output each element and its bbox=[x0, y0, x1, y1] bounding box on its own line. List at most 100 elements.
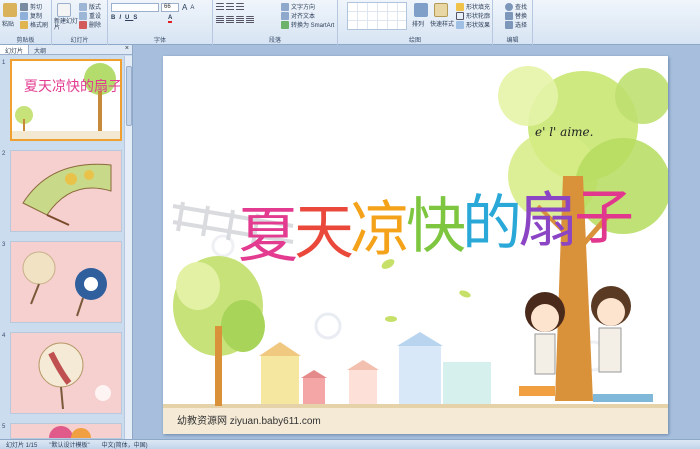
theme-name: "默认设计模板" bbox=[49, 443, 90, 449]
slides-group-label: 幻灯片 bbox=[70, 38, 89, 44]
delete-icon bbox=[79, 20, 87, 29]
select-icon bbox=[505, 20, 513, 29]
align-right-icon bbox=[236, 16, 244, 24]
slide-counter: 幻灯片 1/15 bbox=[6, 443, 38, 449]
svg-text:夏天凉快的扇子: 夏天凉快的扇子 bbox=[24, 79, 120, 95]
slides-group: 新建幻灯片 版式 重设 删除 幻灯片 bbox=[52, 0, 108, 45]
shape-outline-button[interactable]: 形状轮廓 bbox=[456, 11, 490, 20]
paste-icon bbox=[3, 3, 17, 17]
align-left-icon bbox=[216, 16, 224, 24]
convert-smartart-button[interactable]: 转换为 SmartArt bbox=[281, 20, 334, 29]
slide-thumbnail-2[interactable] bbox=[10, 150, 122, 232]
clipboard-group: 粘贴 剪切 复制 格式刷 剪贴板 bbox=[0, 0, 52, 45]
font-color-button[interactable]: A bbox=[168, 15, 173, 23]
align-text-button[interactable]: 对齐文本 bbox=[281, 11, 315, 20]
font-name-combo[interactable] bbox=[111, 3, 159, 12]
slide-number: 2 bbox=[2, 151, 6, 157]
drawing-group: 排列 快速样式 形状填充 形状轮廓 形状效果 绘图 bbox=[338, 0, 493, 45]
arrange-button[interactable]: 排列 bbox=[412, 19, 424, 28]
title-letter: 凉 bbox=[350, 195, 410, 265]
numbering-icon bbox=[226, 3, 234, 11]
font-size-combo[interactable]: 66 bbox=[161, 3, 179, 12]
brush-icon bbox=[20, 20, 28, 29]
paragraph-group-label: 段落 bbox=[268, 38, 281, 44]
fill-icon bbox=[456, 2, 464, 11]
watermark-text: 幼教资源网 ziyuan.baby611.com bbox=[177, 414, 321, 427]
slide-thumbnail-3[interactable] bbox=[10, 241, 122, 323]
cut-button[interactable]: 剪切 bbox=[20, 2, 42, 11]
shape-fill-button[interactable]: 形状填充 bbox=[456, 2, 490, 11]
delete-slide-button[interactable]: 删除 bbox=[79, 20, 101, 29]
reset-button[interactable]: 重设 bbox=[79, 11, 101, 20]
title-letter: 快 bbox=[406, 192, 466, 262]
scrollbar-thumb[interactable] bbox=[126, 66, 132, 126]
slide-number: 1 bbox=[2, 60, 6, 66]
slide-number: 4 bbox=[2, 333, 6, 339]
outline-icon bbox=[456, 11, 464, 20]
replace-icon bbox=[505, 11, 513, 20]
editing-group: 查找 替换 选择 编辑 bbox=[493, 0, 533, 45]
ribbon: 粘贴 剪切 复制 格式刷 剪贴板 新建幻灯片 版式 重设 删除 幻灯片 66 A… bbox=[0, 0, 700, 45]
pane-tabs: 幻灯片 大纲 × bbox=[0, 45, 132, 55]
bullets-button[interactable] bbox=[216, 3, 246, 11]
grow-font-button[interactable]: AA bbox=[182, 3, 194, 12]
language-indicator: 中文(简体，中国) bbox=[101, 443, 148, 449]
replace-button[interactable]: 替换 bbox=[505, 11, 527, 20]
new-slide-icon bbox=[57, 3, 71, 17]
font-style-buttons[interactable]: BIUS bbox=[111, 15, 141, 21]
thumbnail-art bbox=[22, 251, 107, 317]
align-text-icon bbox=[281, 11, 289, 20]
title-letter: 扇 bbox=[518, 186, 578, 256]
thumbnail-art bbox=[22, 163, 112, 226]
copy-icon bbox=[20, 11, 28, 20]
status-bar: 幻灯片 1/15 "默认设计模板" 中文(简体，中国) bbox=[0, 439, 700, 449]
new-slide-button[interactable]: 新建幻灯片 bbox=[54, 19, 78, 31]
paragraph-group: 文字方向 对齐文本 转换为 SmartArt 段落 bbox=[213, 0, 338, 45]
title-letter: 的 bbox=[462, 189, 522, 259]
thumbnail-art: 夏天凉快的扇子 bbox=[12, 63, 120, 139]
scissors-icon bbox=[20, 2, 28, 11]
close-pane-icon[interactable]: × bbox=[122, 45, 132, 54]
tab-slides[interactable]: 幻灯片 bbox=[0, 45, 30, 55]
text-direction-button[interactable]: 文字方向 bbox=[281, 2, 315, 11]
pane-scrollbar[interactable] bbox=[124, 56, 132, 439]
fence-decoration bbox=[163, 404, 668, 408]
layout-button[interactable]: 版式 bbox=[79, 2, 101, 11]
find-button[interactable]: 查找 bbox=[505, 2, 527, 11]
smartart-icon bbox=[281, 20, 289, 29]
arrange-icon bbox=[414, 3, 428, 17]
align-buttons[interactable] bbox=[216, 16, 256, 24]
justify-icon bbox=[246, 16, 254, 24]
title-letter: 子 bbox=[574, 183, 634, 253]
shrink-font-button[interactable]: A bbox=[190, 5, 194, 11]
find-icon bbox=[505, 2, 513, 11]
thumbnail-art bbox=[49, 426, 91, 438]
slide-thumbnail-1[interactable]: 夏天凉快的扇子 bbox=[10, 59, 122, 141]
small-tree bbox=[173, 256, 265, 406]
slide-number: 5 bbox=[2, 424, 6, 430]
shapes-gallery[interactable] bbox=[347, 2, 407, 30]
slides-pane: 幻灯片 大纲 × 1 夏天凉快的扇子 2 3 4 5 bbox=[0, 45, 133, 439]
slide-thumbnail-4[interactable] bbox=[10, 332, 122, 414]
slide-thumbnail-5[interactable] bbox=[10, 423, 122, 439]
drawing-group-label: 绘图 bbox=[408, 38, 421, 44]
paste-button[interactable]: 粘贴 bbox=[2, 19, 14, 28]
quick-styles-icon bbox=[434, 3, 448, 17]
indent-icon bbox=[236, 3, 244, 11]
slide-artwork: e' l' aime. 夏天凉快的扇子 幼教资源网 ziyuan.baby611… bbox=[163, 66, 668, 434]
select-button[interactable]: 选择 bbox=[505, 20, 527, 29]
align-center-icon bbox=[226, 16, 234, 24]
effects-icon bbox=[456, 20, 464, 29]
tab-outline[interactable]: 大纲 bbox=[29, 45, 51, 55]
thumbnail-art bbox=[38, 342, 111, 410]
title-letter: 夏 bbox=[238, 201, 298, 271]
quick-styles-button[interactable]: 快速样式 bbox=[430, 19, 454, 28]
layout-icon bbox=[79, 2, 87, 11]
shape-effects-button[interactable]: 形状效果 bbox=[456, 20, 490, 29]
text-direction-icon bbox=[281, 2, 289, 11]
houses bbox=[259, 332, 491, 404]
reset-icon bbox=[79, 11, 87, 20]
slide-canvas[interactable]: e' l' aime. 夏天凉快的扇子 幼教资源网 ziyuan.baby611… bbox=[163, 56, 668, 434]
format-painter-button[interactable]: 格式刷 bbox=[20, 20, 48, 29]
copy-button[interactable]: 复制 bbox=[20, 11, 42, 20]
